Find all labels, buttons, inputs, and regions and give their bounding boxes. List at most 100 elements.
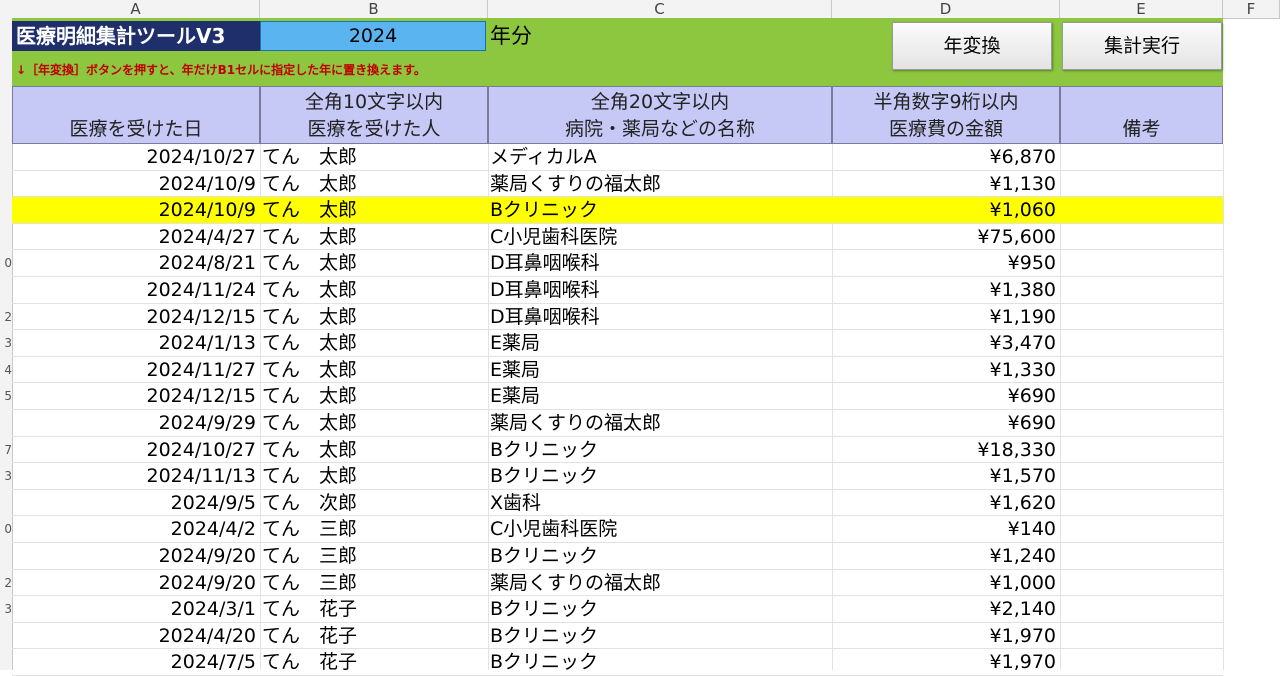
cell-date[interactable]: 2024/10/27 [12, 144, 260, 171]
cell-place[interactable]: E薬局 [488, 330, 832, 357]
aggregate-run-button[interactable]: 集計実行 [1062, 22, 1222, 70]
cell-note[interactable] [1060, 649, 1223, 676]
cell-amount[interactable]: ¥18,330 [832, 437, 1060, 464]
row-number[interactable]: 3 [0, 336, 12, 350]
column-header-e[interactable]: E [1060, 0, 1223, 18]
cell-name[interactable]: てん 太郎 [260, 437, 488, 464]
cell-note[interactable] [1060, 357, 1223, 384]
cell-name[interactable]: てん 太郎 [260, 197, 488, 224]
column-header-d[interactable]: D [832, 0, 1060, 18]
cell-name[interactable]: てん 太郎 [260, 463, 488, 490]
cell-place[interactable]: Bクリニック [488, 437, 832, 464]
cell-amount[interactable]: ¥1,970 [832, 623, 1060, 650]
cell-date[interactable]: 2024/8/21 [12, 250, 260, 277]
column-header-c[interactable]: C [488, 0, 832, 18]
cell-date[interactable]: 2024/10/9 [12, 171, 260, 198]
cell-place[interactable]: Bクリニック [488, 197, 832, 224]
cell-date[interactable]: 2024/10/27 [12, 437, 260, 464]
cell-date[interactable]: 2024/1/13 [12, 330, 260, 357]
cell-note[interactable] [1060, 383, 1223, 410]
cell-note[interactable] [1060, 144, 1223, 171]
column-header-b[interactable]: B [260, 0, 488, 18]
table-row[interactable]: 2024/9/20 てん 三郎 薬局くすりの福太郎 ¥1,000 [12, 570, 1223, 597]
table-row[interactable]: 2024/11/27 てん 太郎 E薬局 ¥1,330 [12, 357, 1223, 384]
cell-place[interactable]: 薬局くすりの福太郎 [488, 570, 832, 597]
year-convert-button[interactable]: 年変換 [892, 22, 1052, 70]
table-row[interactable]: 2024/12/15 てん 太郎 D耳鼻咽喉科 ¥1,190 [12, 304, 1223, 331]
cell-note[interactable] [1060, 437, 1223, 464]
row-number[interactable]: 3 [0, 469, 12, 483]
cell-date[interactable]: 2024/3/1 [12, 596, 260, 623]
cell-note[interactable] [1060, 596, 1223, 623]
cell-name[interactable]: てん 花子 [260, 649, 488, 676]
cell-place[interactable]: Bクリニック [488, 623, 832, 650]
row-number[interactable]: 2 [0, 310, 12, 324]
column-header-a[interactable]: A [12, 0, 260, 18]
cell-date[interactable]: 2024/11/27 [12, 357, 260, 384]
cell-name[interactable]: てん 三郎 [260, 543, 488, 570]
cell-name[interactable]: てん 太郎 [260, 250, 488, 277]
cell-date[interactable]: 2024/10/9 [12, 197, 260, 224]
cell-place[interactable]: Bクリニック [488, 596, 832, 623]
cell-note[interactable] [1060, 197, 1223, 224]
cell-amount[interactable]: ¥1,380 [832, 277, 1060, 304]
cell-amount[interactable]: ¥1,970 [832, 649, 1060, 676]
cell-amount[interactable]: ¥6,870 [832, 144, 1060, 171]
table-row[interactable]: 2024/3/1 てん 花子 Bクリニック ¥2,140 [12, 596, 1223, 623]
table-row[interactable]: 2024/4/27 てん 太郎 C小児歯科医院 ¥75,600 [12, 224, 1223, 251]
cell-name[interactable]: てん 三郎 [260, 516, 488, 543]
cell-place[interactable]: Bクリニック [488, 543, 832, 570]
cell-note[interactable] [1060, 410, 1223, 437]
cell-place[interactable]: E薬局 [488, 357, 832, 384]
table-row[interactable]: 2024/12/15 てん 太郎 E薬局 ¥690 [12, 383, 1223, 410]
row-number[interactable]: 0 [0, 522, 12, 536]
cell-date[interactable]: 2024/7/5 [12, 649, 260, 676]
cell-date[interactable]: 2024/12/15 [12, 383, 260, 410]
cell-note[interactable] [1060, 250, 1223, 277]
table-row[interactable]: 2024/7/5 てん 花子 Bクリニック ¥1,970 [12, 649, 1223, 676]
year-input-cell[interactable]: 2024 [260, 21, 486, 51]
cell-date[interactable]: 2024/9/20 [12, 570, 260, 597]
cell-date[interactable]: 2024/4/2 [12, 516, 260, 543]
table-row[interactable]: 2024/4/2 てん 三郎 C小児歯科医院 ¥140 [12, 516, 1223, 543]
cell-amount[interactable]: ¥1,130 [832, 171, 1060, 198]
cell-note[interactable] [1060, 330, 1223, 357]
cell-place[interactable]: D耳鼻咽喉科 [488, 250, 832, 277]
cell-note[interactable] [1060, 171, 1223, 198]
cell-date[interactable]: 2024/4/20 [12, 623, 260, 650]
cell-date[interactable]: 2024/9/5 [12, 490, 260, 517]
cell-place[interactable]: E薬局 [488, 383, 832, 410]
cell-name[interactable]: てん 太郎 [260, 357, 488, 384]
cell-note[interactable] [1060, 463, 1223, 490]
cell-amount[interactable]: ¥690 [832, 383, 1060, 410]
table-row[interactable]: 2024/4/20 てん 花子 Bクリニック ¥1,970 [12, 623, 1223, 650]
cell-amount[interactable]: ¥140 [832, 516, 1060, 543]
cell-note[interactable] [1060, 224, 1223, 251]
cell-note[interactable] [1060, 543, 1223, 570]
cell-name[interactable]: てん 太郎 [260, 304, 488, 331]
table-row[interactable]: 2024/9/5 てん 次郎 X歯科 ¥1,620 [12, 490, 1223, 517]
row-number[interactable]: 7 [0, 443, 12, 457]
cell-date[interactable]: 2024/9/29 [12, 410, 260, 437]
cell-date[interactable]: 2024/11/24 [12, 277, 260, 304]
cell-name[interactable]: てん 三郎 [260, 570, 488, 597]
cell-amount[interactable]: ¥1,240 [832, 543, 1060, 570]
cell-place[interactable]: D耳鼻咽喉科 [488, 304, 832, 331]
cell-amount[interactable]: ¥1,330 [832, 357, 1060, 384]
cell-date[interactable]: 2024/11/13 [12, 463, 260, 490]
cell-place[interactable]: C小児歯科医院 [488, 224, 832, 251]
cell-place[interactable]: メディカルA [488, 144, 832, 171]
cell-name[interactable]: てん 太郎 [260, 330, 488, 357]
cell-name[interactable]: てん 太郎 [260, 224, 488, 251]
cell-amount[interactable]: ¥950 [832, 250, 1060, 277]
cell-name[interactable]: てん 花子 [260, 623, 488, 650]
row-number[interactable]: 3 [0, 602, 12, 616]
cell-note[interactable] [1060, 623, 1223, 650]
table-row[interactable]: 2024/11/13 てん 太郎 Bクリニック ¥1,570 [12, 463, 1223, 490]
row-number[interactable]: 0 [0, 256, 12, 270]
cell-note[interactable] [1060, 570, 1223, 597]
table-row[interactable]: 2024/10/27 てん 太郎 Bクリニック ¥18,330 [12, 437, 1223, 464]
cell-amount[interactable]: ¥690 [832, 410, 1060, 437]
cell-place[interactable]: 薬局くすりの福太郎 [488, 410, 832, 437]
cell-note[interactable] [1060, 516, 1223, 543]
